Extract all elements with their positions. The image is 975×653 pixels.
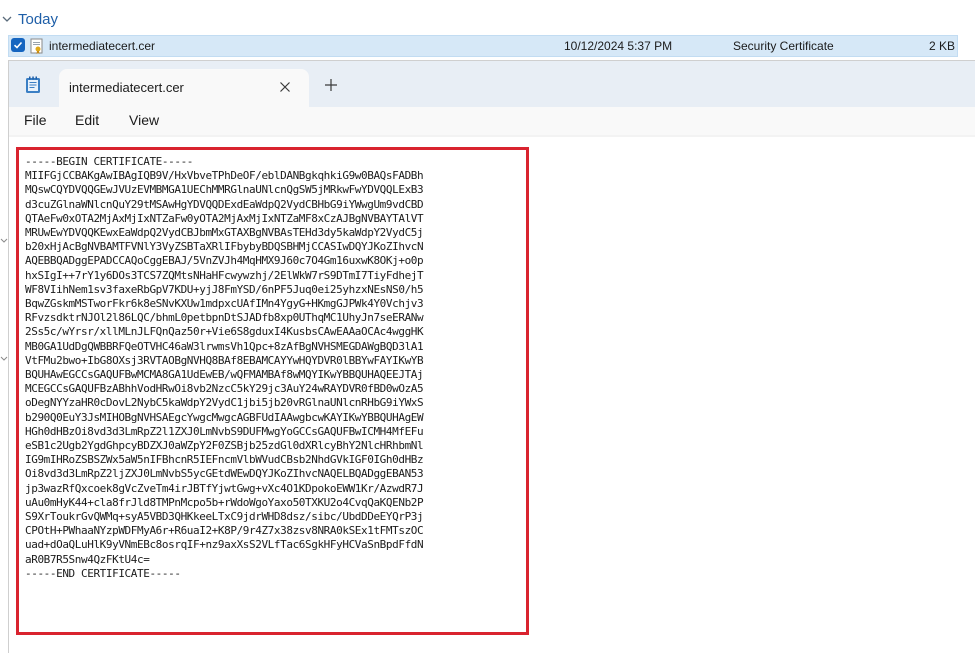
group-label: Today bbox=[18, 10, 59, 28]
menu-view[interactable]: View bbox=[129, 112, 159, 128]
text-line: MB0GA1UdDgQWBBRFQeOTVHC46aW3lrwmsVh1Qpc+… bbox=[25, 339, 424, 353]
file-row[interactable]: intermediatecert.cer 10/12/2024 5:37 PM … bbox=[8, 35, 958, 57]
text-line: -----BEGIN CERTIFICATE----- bbox=[25, 155, 194, 168]
file-name: intermediatecert.cer bbox=[49, 39, 156, 53]
row-checkbox[interactable] bbox=[11, 38, 25, 52]
menu-edit[interactable]: Edit bbox=[75, 112, 99, 128]
menu-file[interactable]: File bbox=[24, 112, 47, 128]
text-line: MIIFGjCCBAKgAwIBAgIQB9V/HxVbveTPhDeOF/eb… bbox=[25, 169, 424, 183]
tab-title: intermediatecert.cer bbox=[69, 80, 184, 95]
text-line: d3cuZGlnaWNlcnQuY29tMSAwHgYDVQQDExdEaWdp… bbox=[25, 197, 424, 211]
notepad-icon bbox=[26, 76, 40, 93]
text-editor[interactable]: -----BEGIN CERTIFICATE----- MIIFGjCCBAKg… bbox=[9, 137, 975, 653]
text-line: uad+dOaQLuHlK9yVNmEBc8osrqIF+nz9axXsS2VL… bbox=[25, 538, 424, 552]
text-line: b20xHjAcBgNVBAMTFVNlY3VyZSBTaXRlIFbybyBD… bbox=[25, 240, 424, 254]
plus-icon[interactable] bbox=[323, 77, 339, 93]
text-line: WF8VIihNem1sv3faxeRbGpV7KDU+yjJ8FmYSD/6n… bbox=[25, 282, 424, 296]
text-line: HGh0dHBzOi8vd3d3LmRpZ2l1ZXJ0LmNvbS9DUFMw… bbox=[25, 424, 424, 438]
chevron-down-icon bbox=[2, 16, 12, 22]
text-line: MCEGCCsGAQUFBzABhhVodHRwOi8vb2NzcC5kY29j… bbox=[25, 382, 424, 396]
text-line: MQswCQYDVQQGEwJVUzEVMBMGA1UEChMMRGlnaUNl… bbox=[25, 183, 424, 197]
file-date-modified: 10/12/2024 5:37 PM bbox=[564, 39, 673, 53]
text-line: AQEBBQADggEPADCCAQoCggEBAJ/5VnZVJh4MqHMX… bbox=[25, 254, 424, 268]
chevron-icon bbox=[0, 350, 8, 361]
text-line: eSB1c2Ugb2YgdGhpcyBDZXJ0aWZpY2F0ZSBjb25z… bbox=[25, 439, 424, 453]
checkmark-icon bbox=[13, 41, 23, 49]
file-size: 2 KB bbox=[929, 39, 956, 53]
group-header-today[interactable]: Today bbox=[0, 8, 58, 30]
text-line: RFvzsdktrNJOl2l86LQC/bhmL0petbpnDtSJADfb… bbox=[25, 311, 424, 325]
text-line: BQUHAwEGCCsGAQUFBwMCMA8GA1UdEwEB/wQFMAMB… bbox=[25, 368, 424, 382]
text-line: b290Q0EuY3JsMIHOBgNVHSAEgcYwgcMwgcAGBFUd… bbox=[25, 410, 424, 424]
text-line: oDegNYYzaHR0cDovL2NybC5kaWdpY2VydC1jbi5j… bbox=[25, 396, 424, 410]
text-line: QTAeFw0xOTA2MjAxMjIxNTZaFw0yOTA2MjAxMjIx… bbox=[25, 211, 424, 225]
text-line: aR0B7R5Snw4QzFKtU4c= bbox=[25, 552, 150, 566]
text-line: S9XrToukrGvQWMq+syA5VBD3QHKkeeLTxC9jdrWH… bbox=[25, 510, 424, 524]
text-line: -----END CERTIFICATE----- bbox=[25, 566, 181, 580]
text-line: uAu0mHyK44+cla8frJld8TMPnMcpo5b+rWdoWgoY… bbox=[25, 495, 424, 509]
text-line: IG9mIHRoZSBSZWx5aW5nIFBhcnR5IEFncmVlbWVu… bbox=[25, 453, 424, 467]
file-type: Security Certificate bbox=[733, 39, 834, 53]
text-line: hxSIgI++7rY1y6DOs3TCS7ZQMtsNHaHFcwywzhj/… bbox=[25, 268, 424, 282]
text-line: BqwZGskmMSTworFkr6k8eSNvKXUw1mdpxcUAfIMn… bbox=[25, 297, 424, 311]
menu-bar: File Edit View bbox=[9, 107, 975, 135]
tab-intermediatecert[interactable]: intermediatecert.cer bbox=[59, 69, 309, 107]
text-line: MRUwEwYDVQQKEwxEaWdpQ2VydCBJbmMxGTAXBgNV… bbox=[25, 226, 424, 240]
text-line: VtFMu2bwo+IbG8OXsj3RVTAOBgNVHQ8BAf8EBAMC… bbox=[25, 353, 424, 367]
chevron-icon bbox=[0, 232, 8, 243]
title-bar: intermediatecert.cer bbox=[9, 61, 975, 107]
certificate-file-icon bbox=[30, 38, 43, 54]
text-line: Oi8vd3d3LmRpZ2ljZXJ0LmNvbS5ycGEtdWEwDQYJ… bbox=[25, 467, 424, 481]
text-line: jp3wazRfQxcoek8gVcZveTm4irJBTfYjwtGwg+vX… bbox=[25, 481, 424, 495]
certificate-text[interactable]: -----BEGIN CERTIFICATE----- MIIFGjCCBAKg… bbox=[25, 155, 424, 581]
close-icon[interactable] bbox=[277, 79, 293, 95]
text-line: 2Ss5c/wYrsr/xllMLnJLFQnQaz50r+Vie6S8gdux… bbox=[25, 325, 424, 339]
notepad-window: intermediatecert.cer File Edit View ----… bbox=[8, 60, 975, 653]
tree-expanders bbox=[0, 60, 8, 652]
text-line: CPOtH+PWhaaNYzpWDFMyA6r+R6uaI2+K8P/9r4Z7… bbox=[25, 524, 424, 538]
